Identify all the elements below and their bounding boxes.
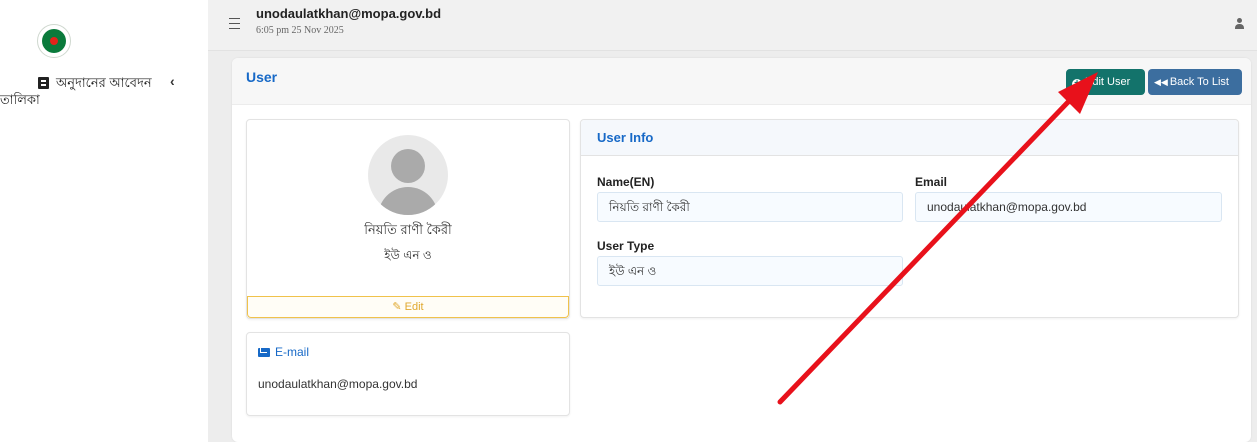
back-to-list-button[interactable]: ◀◀ Back To List <box>1148 69 1242 95</box>
chevron-left-icon[interactable]: ‹ <box>170 73 175 89</box>
current-datetime: 6:05 pm 25 Nov 2025 <box>256 25 344 36</box>
name-field: নিয়তি রাণী কৈরী <box>597 192 903 222</box>
edit-profile-button[interactable]: ✎ Edit <box>247 296 569 318</box>
hamburger-menu-icon[interactable] <box>229 18 240 29</box>
email-label: Email <box>915 175 948 189</box>
user-info-header: User Info <box>581 120 1238 156</box>
plus-circle-icon: + <box>1072 79 1082 89</box>
user-info-panel: User Info Name(EN) নিয়তি রাণী কৈরী Emai… <box>580 119 1239 318</box>
top-bar: unodaulatkhan@mopa.gov.bd 6:05 pm 25 Nov… <box>208 0 1257 51</box>
main-content: unodaulatkhan@mopa.gov.bd 6:05 pm 25 Nov… <box>208 0 1257 442</box>
card-header: User + Edit User ◀◀ Back To List <box>232 58 1251 105</box>
name-label: Name(EN) <box>597 175 655 189</box>
profile-name: নিয়তি রাণী কৈরী <box>364 222 452 237</box>
edit-user-label: Edit User <box>1085 76 1131 88</box>
edit-user-button[interactable]: + Edit User <box>1066 69 1145 95</box>
user-type-label: User Type <box>597 239 655 253</box>
user-info-title: User Info <box>597 130 654 145</box>
back-to-list-label: Back To List <box>1169 76 1229 88</box>
sidebar: অনুদানের আবেদন তালিকা ‹ <box>0 0 208 442</box>
edit-label: Edit <box>404 301 424 313</box>
user-card: User + Edit User ◀◀ Back To List নিয়তি রা… <box>232 58 1251 442</box>
sidebar-item-grant-applications[interactable]: অনুদানের আবেদন তালিকা ‹ <box>0 73 208 114</box>
email-field: unodaulatkhan@mopa.gov.bd <box>915 192 1222 222</box>
email-card: E-mail unodaulatkhan@mopa.gov.bd <box>246 332 570 416</box>
envelope-icon <box>258 348 270 357</box>
page-title: User <box>246 69 278 85</box>
fast-backward-icon: ◀◀ <box>1154 77 1168 87</box>
edit-pencil-icon: ✎ <box>392 301 402 313</box>
profile-user-type: ইউ এন ও <box>384 248 432 262</box>
email-card-title: E-mail <box>275 345 310 359</box>
profile-card: নিয়তি রাণী কৈরী ইউ এন ও ✎ Edit <box>246 119 570 319</box>
avatar <box>368 135 448 215</box>
logged-in-email: unodaulatkhan@mopa.gov.bd <box>256 6 442 21</box>
email-card-value: unodaulatkhan@mopa.gov.bd <box>258 377 418 391</box>
sidebar-item-label: অনুদানের আবেদন তালিকা <box>0 75 152 107</box>
user-type-field: ইউ এন ও <box>597 256 903 286</box>
government-logo-icon <box>37 24 71 58</box>
user-profile-icon[interactable] <box>1235 18 1244 29</box>
